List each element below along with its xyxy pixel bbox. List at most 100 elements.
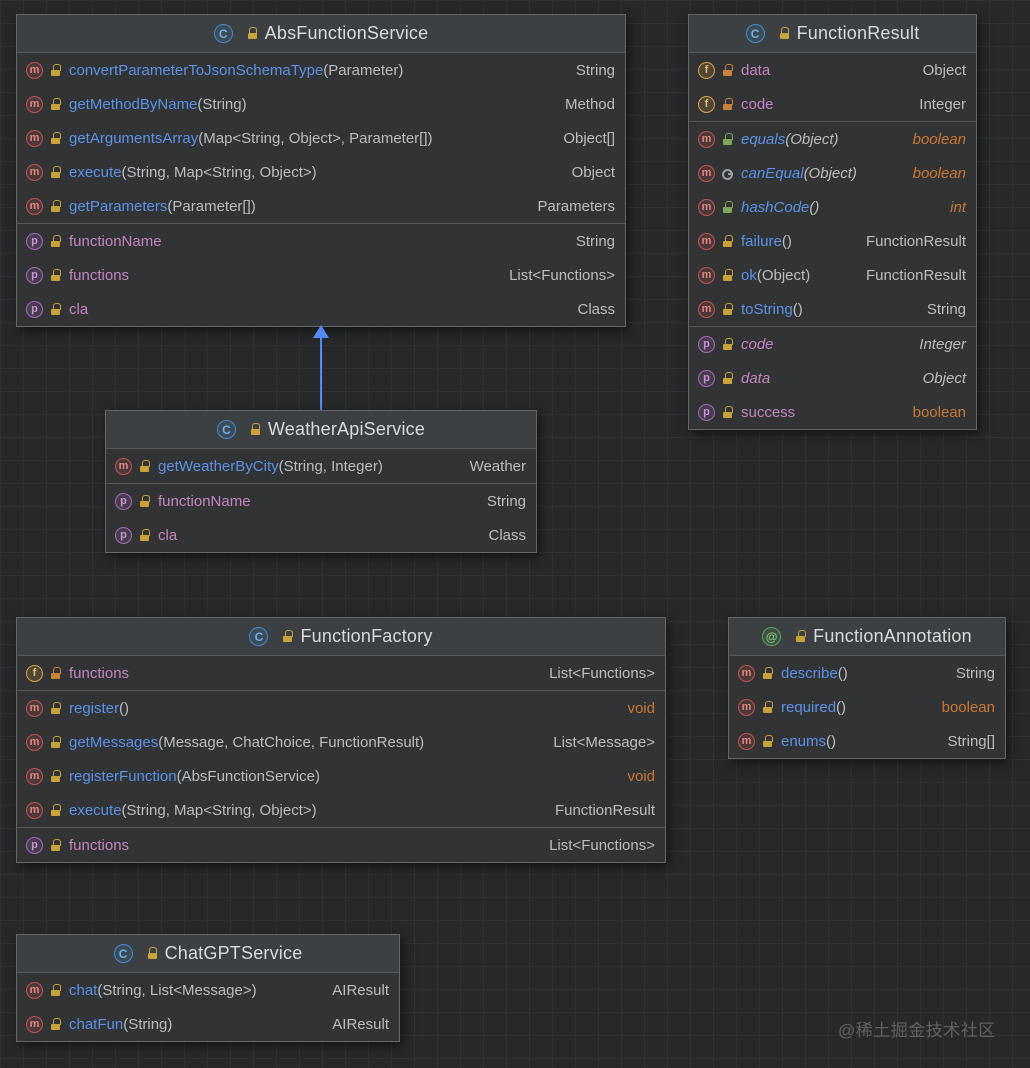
- properties-section: functionName String functions List<Funct…: [17, 223, 625, 326]
- member-name: register: [69, 699, 120, 717]
- member-type: List<Functions>: [549, 664, 655, 682]
- method-icon: [26, 1015, 43, 1033]
- class-header[interactable]: ChatGPTService: [17, 935, 399, 973]
- member-type: AIResult: [332, 1015, 389, 1033]
- lock-icon: [139, 528, 150, 542]
- method-row[interactable]: chat (String, List<Message>) AIResult: [17, 973, 399, 1007]
- member-type: Object: [922, 61, 966, 79]
- property-row[interactable]: functionName String: [17, 224, 625, 258]
- member-type: void: [627, 767, 655, 785]
- property-row[interactable]: cla Class: [17, 292, 625, 326]
- method-icon: [26, 61, 43, 79]
- method-row[interactable]: getMessages (Message, ChatChoice, Functi…: [17, 725, 665, 759]
- member-type: Object[]: [563, 129, 615, 147]
- property-icon: [698, 403, 715, 421]
- method-row[interactable]: describe () String: [729, 656, 1005, 690]
- property-row[interactable]: cla Class: [106, 518, 536, 552]
- lock-icon: [50, 234, 61, 248]
- method-row[interactable]: execute (String, Map<String, Object>) Ob…: [17, 155, 625, 189]
- field-row[interactable]: functions List<Functions>: [17, 656, 665, 690]
- lock-icon: [722, 302, 733, 316]
- method-row[interactable]: enums () String[]: [729, 724, 1005, 758]
- class-box-functionresult[interactable]: FunctionResult data Object code Integer …: [688, 14, 977, 430]
- lock-icon: [722, 268, 733, 282]
- lock-icon: [50, 735, 61, 749]
- member-type: List<Functions>: [509, 266, 615, 284]
- method-row[interactable]: ok (Object) FunctionResult: [689, 258, 976, 292]
- method-row[interactable]: getMethodByName (String) Method: [17, 87, 625, 121]
- lock-icon: [50, 666, 61, 680]
- class-header[interactable]: FunctionAnnotation: [729, 618, 1005, 656]
- method-icon: [26, 163, 43, 181]
- property-icon: [26, 836, 43, 854]
- lock-icon: [722, 200, 733, 214]
- member-name: data: [741, 61, 771, 79]
- method-icon: [738, 664, 755, 682]
- method-row[interactable]: equals (Object) boolean: [689, 122, 976, 156]
- property-row[interactable]: data Object: [689, 361, 976, 395]
- member-type: boolean: [941, 698, 995, 716]
- field-row[interactable]: code Integer: [689, 87, 976, 121]
- method-row[interactable]: convertParameterToJsonSchemaType (Parame…: [17, 53, 625, 87]
- property-icon: [26, 300, 43, 318]
- method-row[interactable]: failure () FunctionResult: [689, 224, 976, 258]
- property-row[interactable]: functions List<Functions>: [17, 828, 665, 862]
- member-name: getParameters: [69, 197, 168, 215]
- class-box-absfunctionservice[interactable]: AbsFunctionService convertParameterToJso…: [16, 14, 626, 327]
- method-row[interactable]: registerFunction (AbsFunctionService) vo…: [17, 759, 665, 793]
- method-icon: [26, 699, 43, 717]
- member-name: code: [741, 335, 774, 353]
- property-row[interactable]: success boolean: [689, 395, 976, 429]
- methods-section: describe () String required () boolean e…: [729, 656, 1005, 758]
- property-row[interactable]: functions List<Functions>: [17, 258, 625, 292]
- member-type: void: [627, 699, 655, 717]
- member-type: boolean: [912, 164, 966, 182]
- field-row[interactable]: data Object: [689, 53, 976, 87]
- member-type: Parameters: [537, 197, 615, 215]
- method-icon: [698, 164, 715, 182]
- class-header[interactable]: FunctionResult: [689, 15, 976, 53]
- lock-icon: [762, 666, 773, 680]
- methods-section: getWeatherByCity (String, Integer) Weath…: [106, 449, 536, 483]
- method-row[interactable]: required () boolean: [729, 690, 1005, 724]
- class-box-weatherapiservice[interactable]: WeatherApiService getWeatherByCity (Stri…: [105, 410, 537, 553]
- member-params: (String): [197, 95, 247, 113]
- lock-icon: [50, 838, 61, 852]
- class-title: ChatGPTService: [164, 943, 303, 963]
- class-box-functionannotation[interactable]: FunctionAnnotation describe () String re…: [728, 617, 1006, 759]
- member-params: (): [837, 664, 848, 682]
- lock-icon: [722, 405, 733, 419]
- method-row[interactable]: canEqual (Object) boolean: [689, 156, 976, 190]
- method-row[interactable]: chatFun (String) AIResult: [17, 1007, 399, 1041]
- member-name: success: [741, 403, 796, 421]
- member-type: Integer: [919, 95, 966, 113]
- class-header[interactable]: FunctionFactory: [17, 618, 665, 656]
- class-box-functionfactory[interactable]: FunctionFactory functions List<Functions…: [16, 617, 666, 863]
- class-box-chatgptservice[interactable]: ChatGPTService chat (String, List<Messag…: [16, 934, 400, 1042]
- property-row[interactable]: functionName String: [106, 484, 536, 518]
- member-type: FunctionResult: [865, 266, 966, 284]
- method-row[interactable]: register () void: [17, 691, 665, 725]
- member-name: functions: [69, 836, 130, 854]
- member-name: functions: [69, 266, 130, 284]
- member-type: String: [575, 61, 615, 79]
- member-type: Object: [922, 369, 966, 387]
- member-params: (String, Map<String, Object>): [121, 801, 317, 819]
- property-row[interactable]: code Integer: [689, 327, 976, 361]
- member-name: cla: [69, 300, 89, 318]
- method-row[interactable]: hashCode () int: [689, 190, 976, 224]
- field-icon: [698, 95, 715, 113]
- lock-icon: [50, 1017, 61, 1031]
- class-header[interactable]: AbsFunctionService: [17, 15, 625, 53]
- method-row[interactable]: getArgumentsArray (Map<String, Object>, …: [17, 121, 625, 155]
- method-row[interactable]: execute (String, Map<String, Object>) Fu…: [17, 793, 665, 827]
- lock-icon: [722, 63, 733, 77]
- method-row[interactable]: getWeatherByCity (String, Integer) Weath…: [106, 449, 536, 483]
- member-type: boolean: [912, 403, 966, 421]
- class-header[interactable]: WeatherApiService: [106, 411, 536, 449]
- method-row[interactable]: getParameters (Parameter[]) Parameters: [17, 189, 625, 223]
- member-name: hashCode: [741, 198, 810, 216]
- lock-icon: [50, 701, 61, 715]
- method-row[interactable]: toString () String: [689, 292, 976, 326]
- member-name: cla: [158, 526, 178, 544]
